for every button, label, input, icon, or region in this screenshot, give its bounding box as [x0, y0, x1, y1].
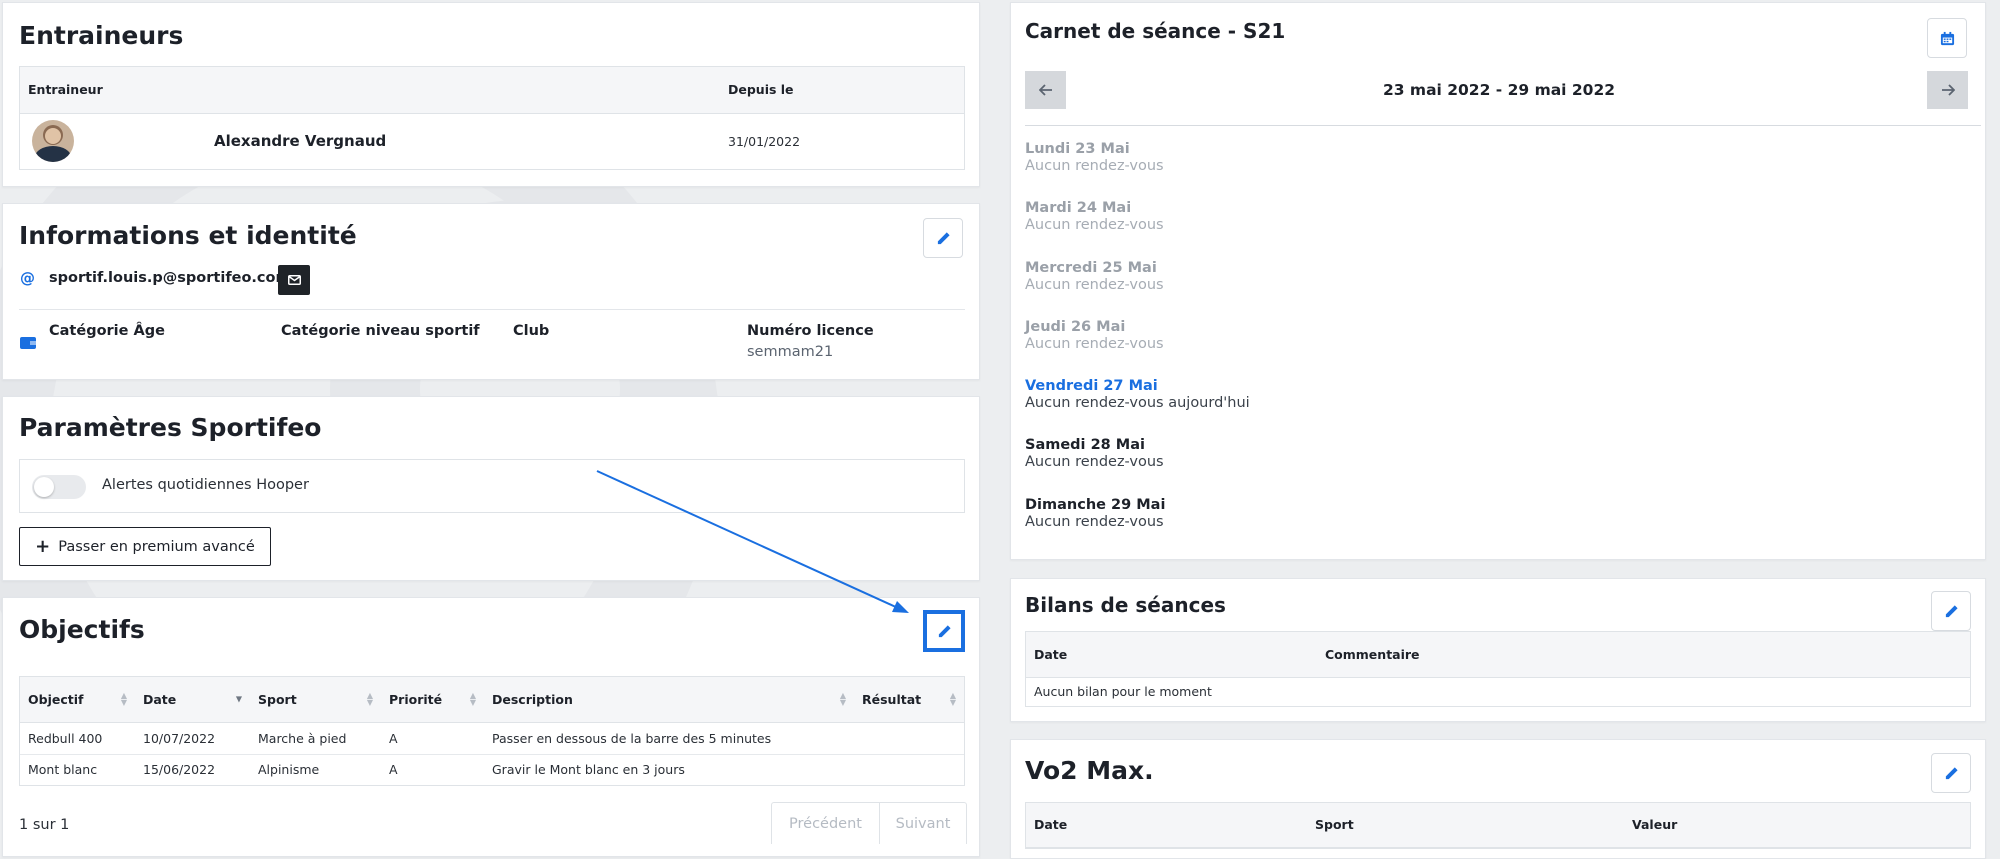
col-header-date: Date [1026, 803, 1307, 848]
trainers-card: Entraineurs Entraineur Depuis le Alexand… [2, 2, 980, 187]
premium-button[interactable]: + Passer en premium avancé [19, 527, 271, 566]
reviews-title: Bilans de séances [1025, 593, 1226, 617]
arrow-right-icon [1941, 84, 1955, 96]
col-header-sport: Sport [1307, 803, 1624, 848]
objectives-table: Objectif ▲ ▼ Date ▼ Sport ▲ ▼ Priorité ▲ ▼ Desc… [19, 676, 965, 786]
field-label-age: Catégorie Âge [49, 323, 165, 339]
wallet-icon [20, 337, 36, 349]
email-text: sportif.louis.p@sportifeo.com [49, 270, 291, 286]
calendar-icon [1940, 31, 1954, 45]
sort-icon: ▲ ▼ [839, 691, 846, 708]
field-label-level: Catégorie niveau sportif [281, 323, 480, 339]
table-row: Alexandre Vergnaud 31/01/2022 [20, 113, 964, 169]
reviews-table: Date Commentaire Aucun bilan pour le mom… [1025, 631, 1971, 707]
settings-card: Paramètres Sportifeo Alertes quotidienne… [2, 396, 980, 581]
pagination-info: 1 sur 1 [19, 817, 70, 833]
col-header-comment: Commentaire [1317, 632, 1970, 678]
divider [1025, 125, 1981, 126]
at-icon: @ [20, 269, 35, 287]
col-header-value: Valeur [1624, 803, 1970, 848]
send-email-button[interactable] [278, 265, 310, 295]
sort-icon: ▲ ▼ [949, 691, 956, 708]
hooper-alert-row: Alertes quotidiennes Hooper [19, 459, 965, 513]
pencil-icon [938, 624, 951, 637]
identity-card: Informations et identité @ sportif.louis… [2, 203, 980, 380]
table-row[interactable]: Redbull 400 10/07/2022 Marche à pied A P… [20, 722, 964, 755]
plus-icon: + [35, 535, 51, 557]
col-header-objective[interactable]: Objectif ▲ ▼ [20, 677, 135, 723]
trainers-title: Entraineurs [19, 21, 184, 50]
edit-objectives-highlight [923, 610, 965, 652]
col-header-result[interactable]: Résultat ▲ ▼ [854, 677, 964, 723]
calendar-picker-button[interactable] [1927, 18, 1967, 58]
col-header-priority[interactable]: Priorité ▲ ▼ [381, 677, 484, 723]
sort-icon: ▲ ▼ [366, 691, 373, 708]
edit-objectives-button[interactable] [927, 614, 961, 648]
avatar [32, 120, 74, 163]
identity-title: Informations et identité [19, 221, 357, 250]
trainer-name: Alexandre Vergnaud [214, 132, 387, 151]
divider [19, 309, 965, 310]
sort-desc-icon: ▼ [235, 694, 242, 704]
pencil-icon [1945, 604, 1958, 617]
objectives-title: Objectifs [19, 615, 145, 644]
trainer-since: 31/01/2022 [728, 133, 801, 149]
reviews-card: Bilans de séances Date Commentaire Aucun… [1010, 578, 1986, 722]
hooper-alert-toggle[interactable] [32, 475, 86, 499]
field-value-license: semmam21 [747, 344, 834, 360]
vo2-card: Vo2 Max. Date Sport Valeur [1010, 739, 1986, 859]
hooper-alert-label: Alertes quotidiennes Hooper [102, 477, 309, 493]
field-label-license: Numéro licence [747, 323, 874, 339]
col-header-trainer: Entraineur [20, 67, 720, 114]
trainers-table: Entraineur Depuis le Alexandre Vergnaud … [19, 66, 965, 170]
sort-icon: ▲ ▼ [120, 691, 127, 708]
vo2-title: Vo2 Max. [1025, 756, 1154, 785]
prev-page-button[interactable]: Précédent [772, 803, 880, 844]
col-header-since: Depuis le [720, 67, 964, 114]
edit-reviews-button[interactable] [1931, 591, 1971, 631]
col-header-sport[interactable]: Sport ▲ ▼ [250, 677, 381, 723]
col-header-description[interactable]: Description ▲ ▼ [484, 677, 854, 723]
empty-state: Aucun bilan pour le moment [1034, 684, 1212, 700]
objectives-card: Objectifs Objectif ▲ ▼ Date ▼ Sport ▲ ▼ Prior… [2, 597, 980, 857]
premium-button-label: Passer en premium avancé [58, 538, 255, 555]
pencil-icon [937, 231, 950, 244]
next-week-button[interactable] [1927, 71, 1968, 109]
col-header-date: Date [1026, 632, 1317, 678]
calendar-card: Carnet de séance - S21 23 mai 2022 - 29 … [1010, 2, 1986, 560]
sort-icon: ▲ ▼ [469, 691, 476, 708]
settings-title: Paramètres Sportifeo [19, 413, 322, 442]
col-header-date[interactable]: Date ▼ [135, 677, 250, 723]
next-page-button[interactable]: Suivant [880, 803, 966, 844]
week-range: 23 mai 2022 - 29 mai 2022 [1382, 81, 1616, 99]
vo2-table: Date Sport Valeur [1025, 802, 1971, 849]
envelope-icon [287, 275, 301, 285]
table-row[interactable]: Mont blanc 15/06/2022 Alpinisme A Gravir… [20, 754, 964, 785]
pagination: Précédent Suivant [771, 802, 967, 844]
edit-identity-button[interactable] [923, 218, 963, 258]
edit-vo2-button[interactable] [1931, 753, 1971, 793]
field-label-club: Club [513, 323, 550, 339]
pencil-icon [1945, 766, 1958, 779]
calendar-title: Carnet de séance - S21 [1025, 19, 1286, 43]
